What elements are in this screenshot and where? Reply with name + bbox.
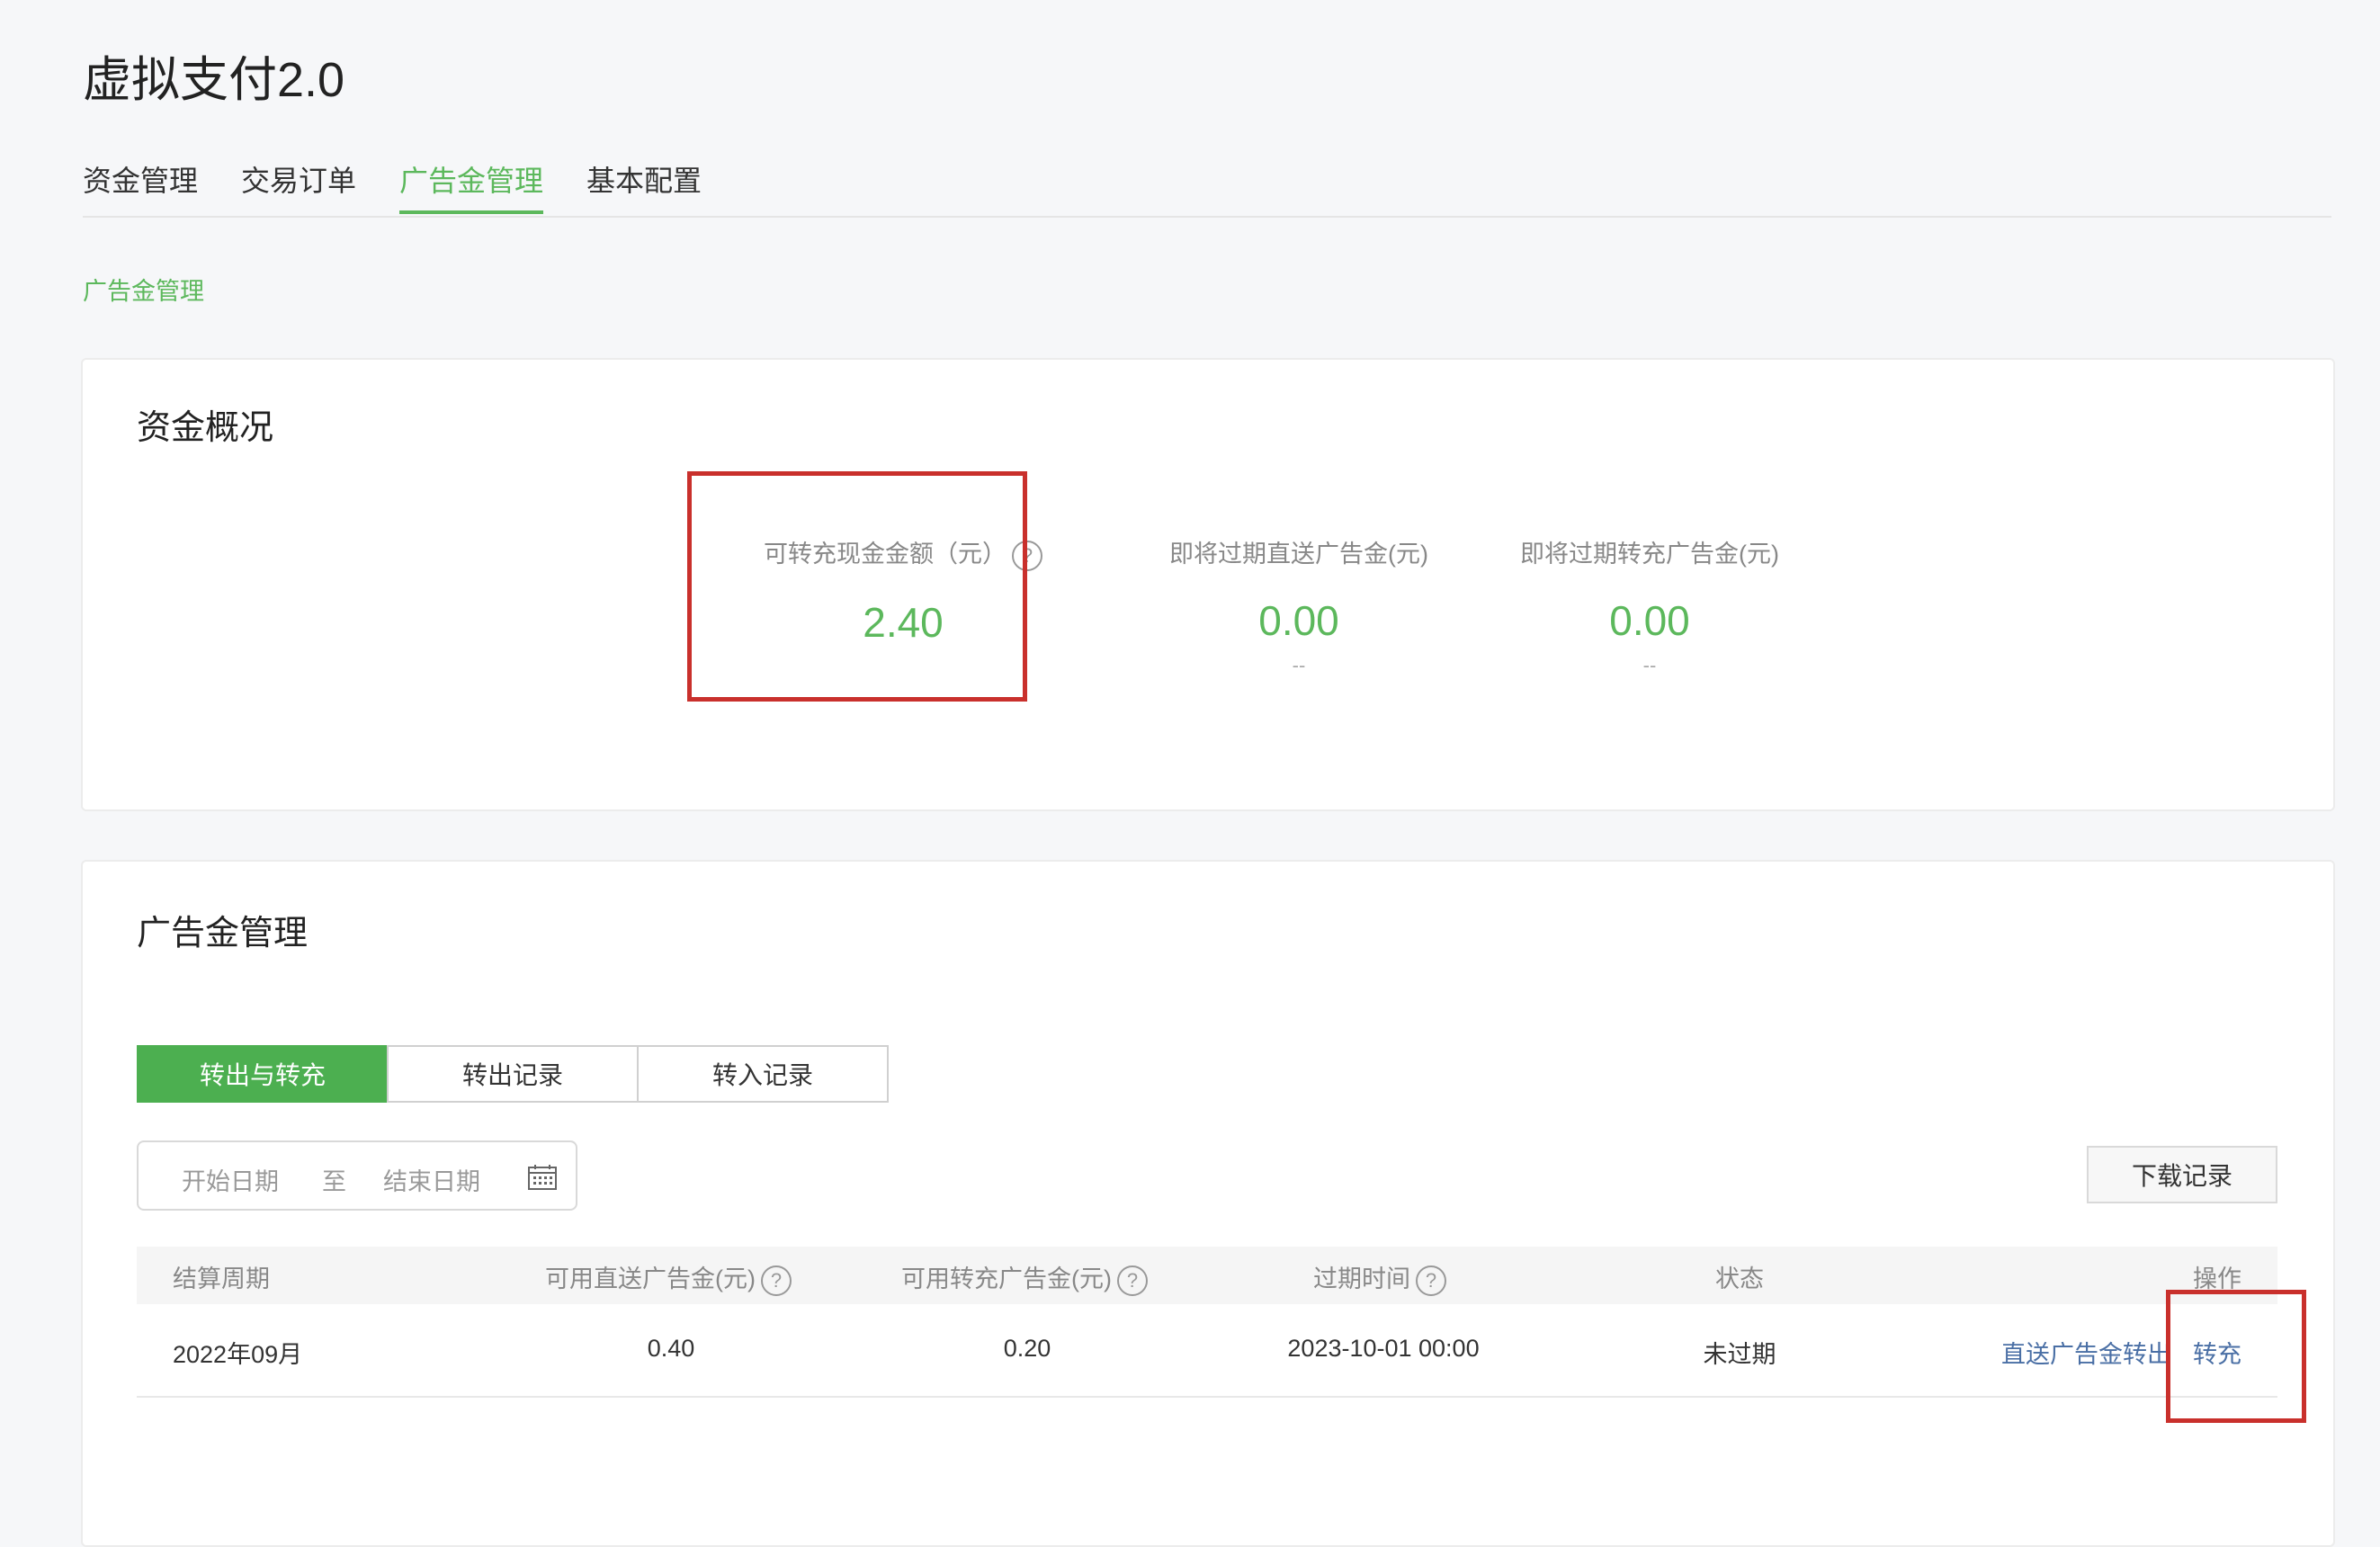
col-transfer-label: 可用转充广告金(元) bbox=[901, 1265, 1112, 1292]
col-status: 状态 bbox=[1715, 1265, 1764, 1292]
cell-period: 2022年09月 bbox=[173, 1341, 303, 1368]
table-header: 结算周期 可用直送广告金(元)? 可用转充广告金(元)? 过期时间? 状态 操作 bbox=[137, 1247, 2277, 1304]
col-period: 结算周期 bbox=[173, 1265, 270, 1292]
stat-sub: -- bbox=[1292, 654, 1306, 676]
cell-direct: 0.40 bbox=[647, 1335, 695, 1362]
date-separator: 至 bbox=[322, 1168, 346, 1195]
highlight-box bbox=[2166, 1290, 2306, 1423]
cell-transfer: 0.20 bbox=[1003, 1335, 1051, 1362]
help-icon[interactable]: ? bbox=[1116, 1265, 1148, 1296]
segment-transfer-in-records[interactable]: 转入记录 bbox=[637, 1045, 889, 1103]
col-expire: 过期时间? bbox=[1313, 1259, 1446, 1296]
download-records-button[interactable]: 下载记录 bbox=[2087, 1146, 2277, 1203]
start-date-input[interactable]: 开始日期 bbox=[182, 1162, 279, 1197]
page-title: 虚拟支付2.0 bbox=[83, 53, 345, 107]
breadcrumb[interactable]: 广告金管理 bbox=[83, 272, 204, 307]
ad-fund-title: 广告金管理 bbox=[137, 915, 309, 952]
stat-expiring-transfer: 即将过期转充广告金(元) 0.00 -- bbox=[1461, 534, 1839, 677]
calendar-icon bbox=[528, 1165, 557, 1190]
date-range-picker[interactable]: 开始日期 至 结束日期 bbox=[137, 1140, 577, 1211]
cell-status: 未过期 bbox=[1703, 1341, 1776, 1368]
col-expire-label: 过期时间 bbox=[1313, 1265, 1410, 1292]
direct-transfer-out-link[interactable]: 直送广告金转出 bbox=[2001, 1335, 2171, 1370]
segment-transfer-out-records[interactable]: 转出记录 bbox=[387, 1045, 639, 1103]
highlight-box bbox=[687, 471, 1027, 702]
end-date-input[interactable]: 结束日期 bbox=[383, 1162, 480, 1197]
overview-title: 资金概况 bbox=[137, 409, 274, 447]
col-direct: 可用直送广告金(元)? bbox=[545, 1259, 792, 1296]
stat-label: 即将过期直送广告金(元) bbox=[1169, 541, 1428, 568]
stat-value: 0.00 bbox=[1609, 597, 1690, 644]
tab-ad-fund-management[interactable]: 广告金管理 bbox=[399, 158, 544, 214]
segment-transfer-out-recharge[interactable]: 转出与转充 bbox=[137, 1045, 389, 1103]
help-icon[interactable]: ? bbox=[760, 1265, 792, 1296]
segment-control: 转出与转充 转出记录 转入记录 bbox=[137, 1045, 889, 1103]
col-direct-label: 可用直送广告金(元) bbox=[545, 1265, 756, 1292]
tab-transaction-orders[interactable]: 交易订单 bbox=[241, 158, 356, 216]
cell-expire: 2023-10-01 00:00 bbox=[1287, 1335, 1480, 1362]
help-icon[interactable]: ? bbox=[1416, 1265, 1446, 1296]
stat-value: 0.00 bbox=[1258, 597, 1339, 644]
stat-label: 即将过期转充广告金(元) bbox=[1520, 541, 1779, 568]
top-tab-bar: 资金管理 交易订单 广告金管理 基本配置 bbox=[83, 153, 2331, 218]
stat-sub: -- bbox=[1642, 654, 1657, 676]
overview-card: 资金概况 可转充现金金额（元）? 2.40 即将过期直送广告金(元) 0.00 … bbox=[81, 358, 2335, 811]
stat-expiring-direct: 即将过期直送广告金(元) 0.00 -- bbox=[1110, 534, 1488, 677]
col-transfer: 可用转充广告金(元)? bbox=[901, 1259, 1148, 1296]
table-row: 2022年09月 0.40 0.20 2023-10-01 00:00 未过期 … bbox=[137, 1304, 2277, 1398]
tab-fund-management[interactable]: 资金管理 bbox=[83, 158, 198, 216]
tab-basic-config[interactable]: 基本配置 bbox=[586, 158, 702, 216]
